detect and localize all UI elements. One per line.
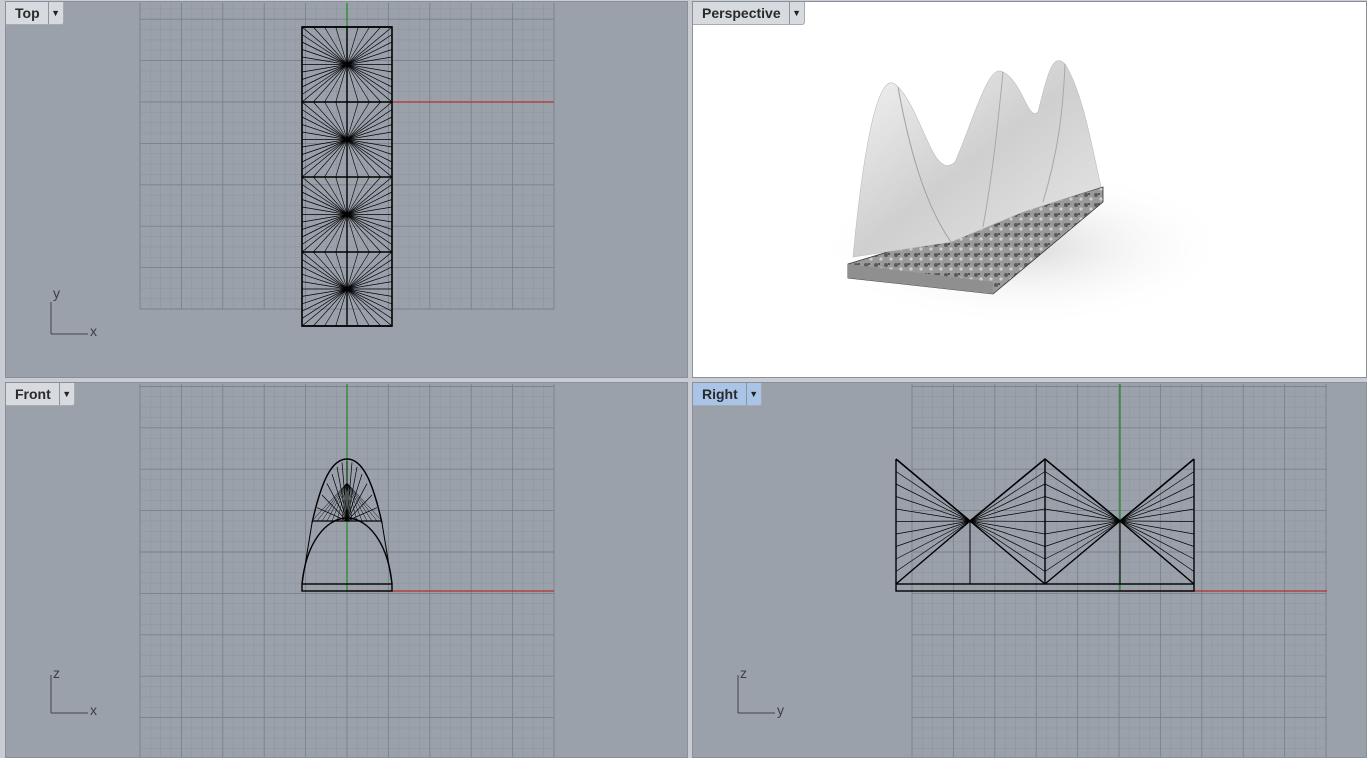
chevron-down-icon[interactable]: ▼	[745, 383, 761, 405]
rendered-model[interactable]	[693, 2, 1367, 378]
chevron-down-icon[interactable]: ▼	[47, 2, 63, 24]
svg-text:y: y	[777, 702, 784, 718]
viewport-title: Perspective	[702, 5, 781, 21]
chevron-down-icon[interactable]: ▼	[788, 2, 804, 24]
axis-indicator: y x	[50, 285, 97, 339]
wireframe-model	[301, 26, 393, 327]
axis-indicator: z x	[50, 665, 97, 718]
viewport-top[interactable]: Top ▼ y x	[5, 1, 688, 378]
viewport-tab-right[interactable]: Right ▼	[693, 383, 762, 406]
right-view-canvas[interactable]: z y	[693, 383, 1367, 758]
viewport-title: Right	[702, 386, 738, 402]
viewport-title: Top	[15, 5, 40, 21]
viewport-perspective[interactable]: Perspective ▼	[692, 1, 1367, 378]
viewport-front[interactable]: Front ▼ z x	[5, 382, 688, 758]
wireframe-model	[895, 457, 1195, 592]
svg-text:x: x	[90, 702, 97, 718]
svg-text:y: y	[53, 285, 60, 301]
viewport-tab-perspective[interactable]: Perspective ▼	[693, 2, 805, 25]
svg-text:x: x	[90, 323, 97, 339]
top-view-canvas[interactable]: y x	[6, 2, 688, 378]
axis-indicator: z y	[737, 665, 784, 718]
chevron-down-icon[interactable]: ▼	[58, 383, 74, 405]
viewport-tab-front[interactable]: Front ▼	[6, 383, 75, 406]
front-view-canvas[interactable]: z x	[6, 383, 688, 758]
viewport-tab-top[interactable]: Top ▼	[6, 2, 64, 25]
svg-text:z: z	[740, 665, 747, 681]
svg-text:z: z	[53, 665, 60, 681]
viewport-title: Front	[15, 386, 51, 402]
viewport-right[interactable]: Right ▼ z y	[692, 382, 1367, 758]
